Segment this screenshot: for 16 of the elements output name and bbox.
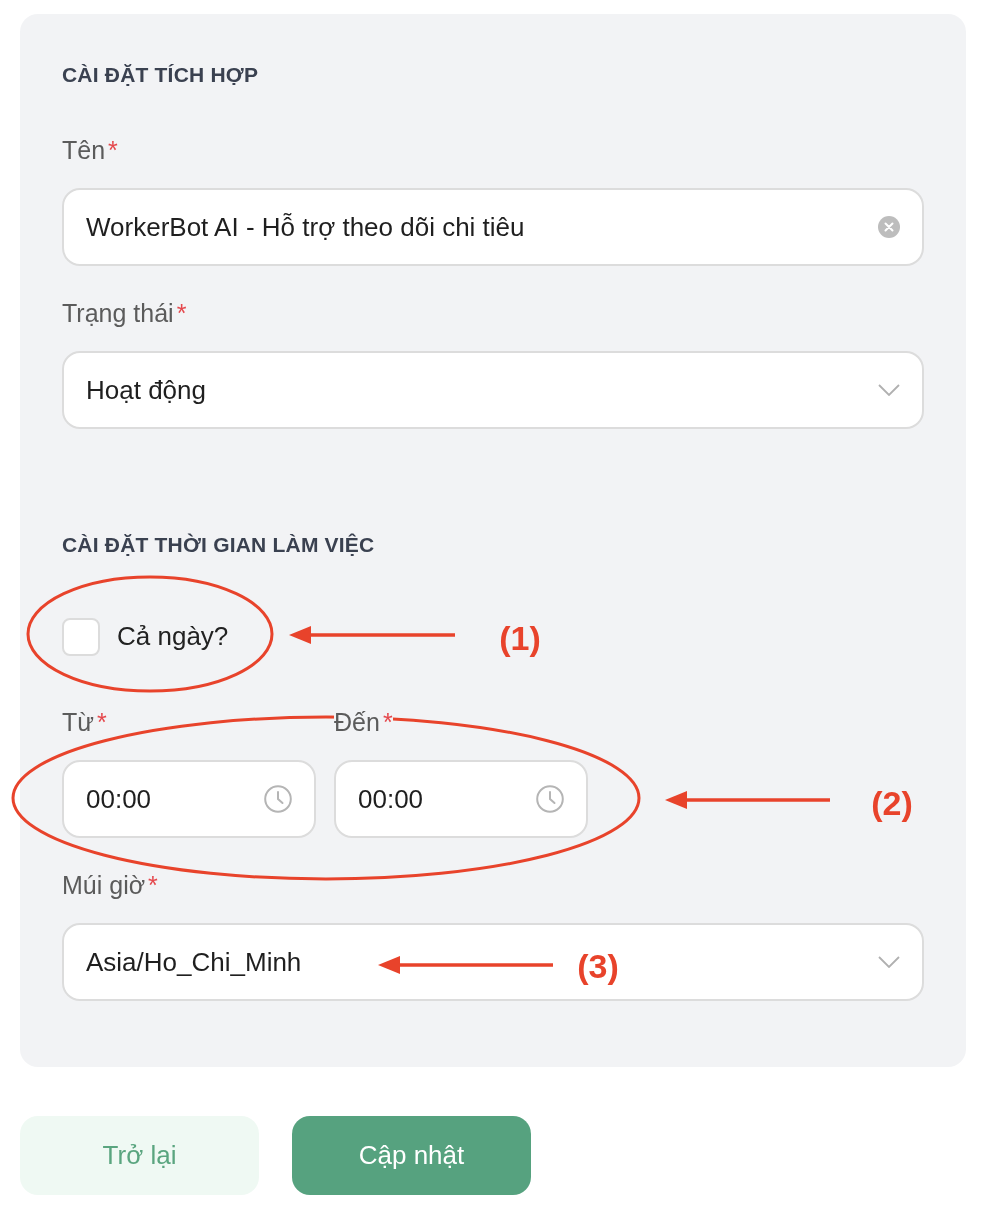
chevron-down-icon (878, 956, 900, 968)
clock-icon (536, 785, 564, 813)
checkbox[interactable] (62, 617, 100, 656)
annotation-label: (2) (871, 783, 913, 823)
checkbox-label[interactable]: Cả ngày? (117, 617, 229, 656)
section-title: CÀI ĐẶT TÍCH HỢP (62, 62, 260, 88)
clear-icon[interactable] (878, 216, 900, 238)
chevron-down-icon (878, 384, 900, 396)
text-field[interactable]: WorkerBot AI - Hỗ trợ theo dõi chi tiêu (62, 188, 924, 266)
dropdown[interactable]: Hoạt động (62, 351, 924, 429)
annotation-label: (3) (577, 946, 619, 986)
clock-icon (264, 785, 292, 813)
time-field[interactable]: 00:00 (334, 760, 588, 838)
section-title: CÀI ĐẶT THỜI GIAN LÀM VIỆC (62, 532, 376, 558)
time-field[interactable]: 00:00 (62, 760, 316, 838)
annotation-label: (1) (499, 618, 541, 658)
